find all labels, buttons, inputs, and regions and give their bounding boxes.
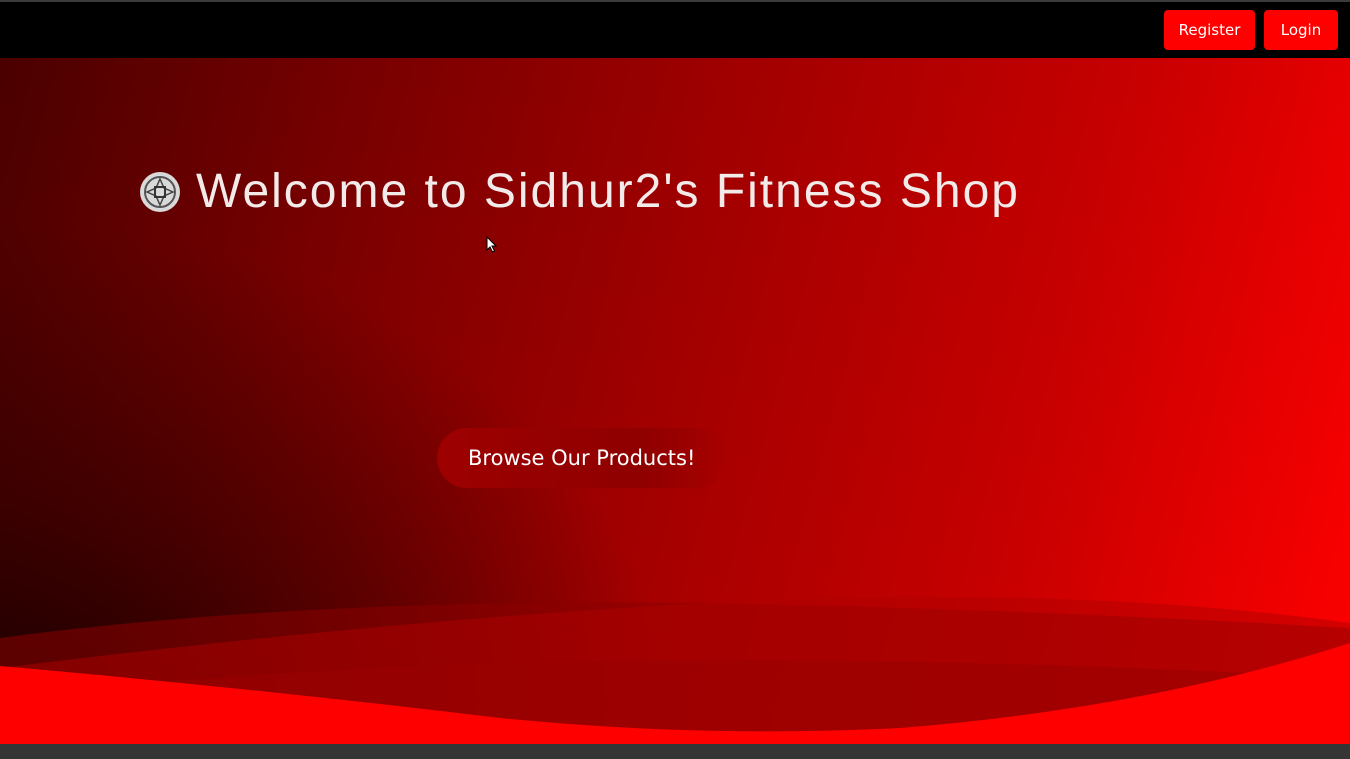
page-title: Welcome to Sidhur2's Fitness Shop <box>196 165 1020 218</box>
top-nav-bar: Register Login <box>0 0 1350 58</box>
welcome-heading: Welcome to Sidhur2's Fitness Shop <box>140 164 1020 219</box>
wave-decoration <box>0 596 1350 744</box>
mouse-cursor-icon <box>486 236 498 253</box>
hero-section: Welcome to Sidhur2's Fitness Shop Browse… <box>0 58 1350 744</box>
bottom-strip <box>0 744 1350 759</box>
browse-products-button[interactable]: Browse Our Products! <box>437 428 727 488</box>
register-button[interactable]: Register <box>1164 10 1255 50</box>
shop-logo-icon <box>140 171 180 212</box>
login-button[interactable]: Login <box>1264 10 1338 50</box>
